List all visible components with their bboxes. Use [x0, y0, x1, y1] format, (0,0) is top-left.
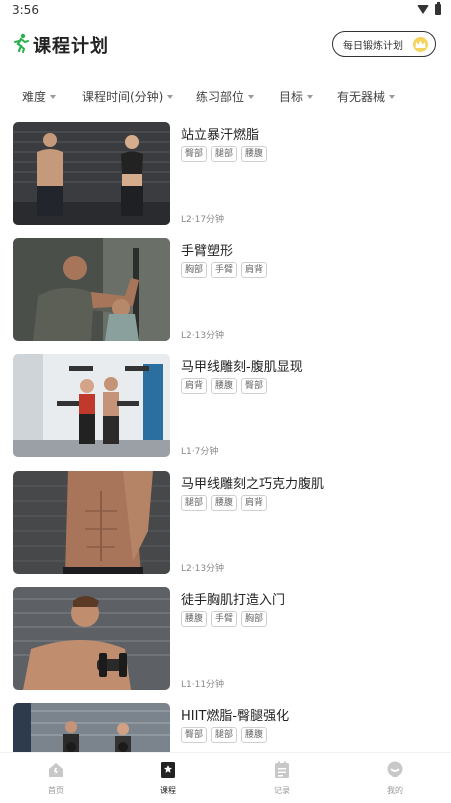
profile-icon	[387, 761, 403, 777]
filter-goal[interactable]: 目标	[279, 88, 314, 105]
course-item[interactable]: 站立暴汗燃脂 臀部 腿部 腰腹 L2·17分钟	[13, 122, 439, 225]
course-tag: 肩背	[181, 378, 208, 394]
filter-body-part[interactable]: 练习部位	[196, 88, 255, 105]
nav-record[interactable]: 记录	[252, 761, 312, 796]
course-thumbnail	[13, 703, 170, 752]
course-tag: 腰腹	[241, 146, 268, 162]
course-item[interactable]: 马甲线雕刻-腹肌显现 肩背 腰腹 臀部 L1·7分钟	[13, 354, 439, 457]
filter-equipment[interactable]: 有无器械	[337, 88, 396, 105]
filter-label: 难度	[22, 90, 47, 104]
caret-down-icon	[389, 95, 396, 99]
course-thumbnail	[13, 122, 170, 225]
course-meta: L2·13分钟	[181, 564, 225, 574]
course-thumbnail	[13, 587, 170, 690]
course-tag: 胸部	[181, 262, 208, 278]
course-title: 马甲线雕刻之巧克力腹肌	[181, 477, 325, 492]
course-tag: 肩背	[241, 495, 268, 511]
course-tags: 臀部 腿部 腰腹	[181, 146, 268, 162]
course-tag: 腰腹	[241, 727, 268, 743]
course-tag: 腿部	[211, 727, 238, 743]
status-bar: 3:56	[0, 0, 451, 22]
course-tag: 腰腹	[181, 611, 208, 627]
course-thumbnail	[13, 354, 170, 457]
course-title: 马甲线雕刻-腹肌显现	[181, 360, 303, 375]
course-tag: 臀部	[181, 727, 208, 743]
caret-down-icon	[50, 95, 57, 99]
course-thumbnail	[13, 238, 170, 341]
course-meta: L1·11分钟	[181, 680, 225, 690]
bottom-nav: 首页 课程 记录 我的	[0, 752, 451, 803]
page-title: 课程计划	[33, 36, 109, 57]
course-title: HIIT燃脂-臀腿强化	[181, 709, 290, 724]
caret-down-icon	[167, 95, 174, 99]
caret-down-icon	[248, 95, 255, 99]
course-tag: 手臂	[211, 611, 238, 627]
crown-icon	[413, 37, 428, 52]
nav-label: 我的	[387, 786, 403, 795]
course-title: 站立暴汗燃脂	[181, 128, 260, 143]
course-item[interactable]: HIIT燃脂-臀腿强化 臀部 腿部 腰腹	[13, 703, 439, 752]
course-tag: 胸部	[241, 611, 268, 627]
course-tags: 臀部 腿部 腰腹	[181, 727, 268, 743]
course-tag: 臀部	[241, 378, 268, 394]
course-tag: 腰腹	[211, 495, 238, 511]
course-tag: 肩背	[241, 262, 268, 278]
nav-label: 课程	[160, 786, 176, 795]
status-time: 3:56	[12, 3, 39, 17]
course-title: 手臂塑形	[181, 244, 234, 259]
caret-down-icon	[307, 95, 314, 99]
home-icon	[49, 763, 63, 777]
course-meta: L2·17分钟	[181, 215, 225, 225]
wifi-icon	[417, 5, 429, 14]
course-tag: 腿部	[211, 146, 238, 162]
course-tags: 胸部 手臂 肩背	[181, 262, 268, 278]
filter-label: 课程时间(分钟)	[82, 90, 164, 104]
daily-plan-button[interactable]: 每日锻炼计划	[332, 31, 436, 57]
course-item[interactable]: 手臂塑形 胸部 手臂 肩背 L2·13分钟	[13, 238, 439, 341]
course-title: 徒手胸肌打造入门	[181, 593, 286, 608]
course-tag: 臀部	[181, 146, 208, 162]
course-thumbnail	[13, 471, 170, 574]
course-meta: L2·13分钟	[181, 331, 225, 341]
course-tags: 腿部 腰腹 肩背	[181, 495, 268, 511]
record-icon	[275, 761, 289, 778]
header: 课程计划 每日锻炼计划	[0, 26, 451, 66]
course-tags: 腰腹 手臂 胸部	[181, 611, 268, 627]
filter-label: 目标	[279, 90, 304, 104]
course-icon	[161, 762, 175, 778]
nav-label: 记录	[274, 786, 290, 795]
nav-profile[interactable]: 我的	[365, 761, 425, 796]
daily-plan-label: 每日锻炼计划	[343, 40, 403, 52]
course-tag: 手臂	[211, 262, 238, 278]
course-item[interactable]: 马甲线雕刻之巧克力腹肌 腿部 腰腹 肩背 L2·13分钟	[13, 471, 439, 574]
course-tag: 腰腹	[211, 378, 238, 394]
nav-home[interactable]: 首页	[26, 761, 86, 796]
filter-label: 有无器械	[337, 90, 386, 104]
nav-course[interactable]: 课程	[138, 761, 198, 796]
course-item[interactable]: 徒手胸肌打造入门 腰腹 手臂 胸部 L1·11分钟	[13, 587, 439, 690]
nav-label: 首页	[48, 786, 64, 795]
battery-icon	[435, 2, 441, 15]
running-man-icon	[12, 33, 30, 53]
course-meta: L1·7分钟	[181, 447, 219, 457]
filter-label: 练习部位	[196, 90, 245, 104]
course-tag: 腿部	[181, 495, 208, 511]
course-tags: 肩背 腰腹 臀部	[181, 378, 268, 394]
filter-bar: 难度 课程时间(分钟) 练习部位 目标 有无器械	[0, 88, 451, 108]
filter-duration[interactable]: 课程时间(分钟)	[82, 88, 174, 105]
filter-difficulty[interactable]: 难度	[22, 88, 57, 105]
status-icons	[417, 2, 441, 15]
